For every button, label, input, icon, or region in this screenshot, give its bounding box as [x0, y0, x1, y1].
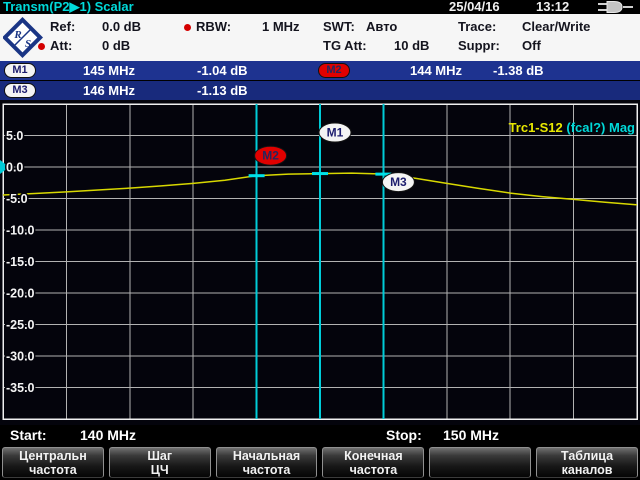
rbw-value: 1 MHz	[262, 20, 300, 34]
y-tick-label: 0.0	[6, 161, 23, 175]
softkey-start-frequency[interactable]: Начальнаячастота	[216, 447, 318, 478]
softkey-channel-table[interactable]: Таблицаканалов	[536, 447, 638, 478]
att-label: Att:	[50, 39, 72, 53]
marker-m3-level: -1.13 dB	[197, 81, 248, 100]
marker-row: M1 145 MHz -1.04 dB M2 144 MHz -1.38 dB	[0, 61, 640, 80]
suppr-label: Suppr:	[458, 39, 500, 53]
marker-badge-m2: M2	[318, 63, 350, 78]
marker-trace-tick-m1	[312, 172, 328, 175]
rbw-label: RBW:	[196, 20, 231, 34]
start-value: 140 MHz	[80, 427, 136, 444]
rs-logo-icon: R S	[3, 16, 43, 58]
rbw-coupled-dot	[184, 24, 191, 31]
marker-badge-text: M1	[327, 126, 344, 140]
svg-text:R: R	[13, 29, 21, 41]
y-tick-label: -25.0	[6, 318, 35, 332]
y-tick-label: -5.0	[6, 192, 28, 206]
y-tick-label: -10.0	[6, 224, 35, 238]
mode-title: Transm(P2▶1) Scalar	[3, 0, 134, 14]
marker-badge-text: M2	[262, 149, 279, 163]
stop-label: Stop:	[386, 427, 422, 444]
marker-m2-freq: 144 MHz	[410, 61, 462, 80]
marker-m1-level: -1.04 dB	[197, 61, 248, 80]
softkey-blank[interactable]	[429, 447, 531, 478]
trace-format-text: (fcal?) Mag	[563, 120, 635, 135]
title-bar: Transm(P2▶1) Scalar 25/04/16 13:12	[0, 0, 640, 14]
marker-row: M3 146 MHz -1.13 dB	[0, 81, 640, 100]
swt-label: SWT:	[323, 20, 355, 34]
y-tick-label: -15.0	[6, 255, 35, 269]
swt-value: Авто	[366, 20, 397, 34]
svg-text:S: S	[25, 38, 31, 50]
settings-header: R S Ref: 0.0 dB Att: 0 dB RBW: 1 MHz SWT…	[0, 14, 640, 61]
chart-area: M1 M2 M3 5.0 0.0 -5.0 -10.0 -15.0 -20.0 -25.0 -30.…	[0, 100, 640, 425]
softkey-bar: Центральнчастота ШагЦЧ Начальнаячастота …	[0, 445, 640, 480]
stop-value: 150 MHz	[443, 427, 499, 444]
marker-trace-tick-m2	[249, 174, 265, 177]
marker-badge-text: M3	[390, 175, 407, 189]
marker-m3-freq: 146 MHz	[83, 81, 135, 100]
marker-m1-freq: 145 MHz	[83, 61, 135, 80]
instrument-screen: Transm(P2▶1) Scalar 25/04/16 13:12 R S R…	[0, 0, 640, 480]
y-tick-label: -35.0	[6, 381, 35, 395]
y-tick-label: -20.0	[6, 287, 35, 301]
softkey-cf-step[interactable]: ШагЦЧ	[109, 447, 211, 478]
trace-mode-label: Trace:	[458, 20, 496, 34]
start-label: Start:	[10, 427, 47, 444]
marker-badge-m3: M3	[4, 83, 36, 98]
att-coupled-dot	[38, 43, 45, 50]
trace-label: Trc1-S12 (fcal?) Mag	[487, 105, 635, 150]
tg-att-value: 10 dB	[394, 39, 429, 53]
marker-badge-m1: M1	[4, 63, 36, 78]
trace-name-text: Trc1-S12	[509, 120, 563, 135]
date-text: 25/04/16	[449, 0, 500, 14]
trace-mode-value: Clear/Write	[522, 20, 590, 34]
att-value: 0 dB	[102, 39, 130, 53]
ref-label: Ref:	[50, 20, 75, 34]
marker-readout-bar: M1 145 MHz -1.04 dB M2 144 MHz -1.38 dB …	[0, 61, 640, 100]
y-tick-label: 5.0	[6, 129, 23, 143]
frequency-bar: Start: 140 MHz Stop: 150 MHz	[0, 425, 640, 445]
time-text: 13:12	[536, 0, 569, 14]
tg-att-label: TG Att:	[323, 39, 367, 53]
suppr-value: Off	[522, 39, 541, 53]
ref-value: 0.0 dB	[102, 20, 141, 34]
softkey-center-frequency[interactable]: Центральнчастота	[2, 447, 104, 478]
y-tick-label: -30.0	[6, 350, 35, 364]
ac-plug-icon	[597, 1, 635, 13]
marker-m2-level: -1.38 dB	[493, 61, 544, 80]
softkey-stop-frequency[interactable]: Конечнаячастота	[322, 447, 424, 478]
